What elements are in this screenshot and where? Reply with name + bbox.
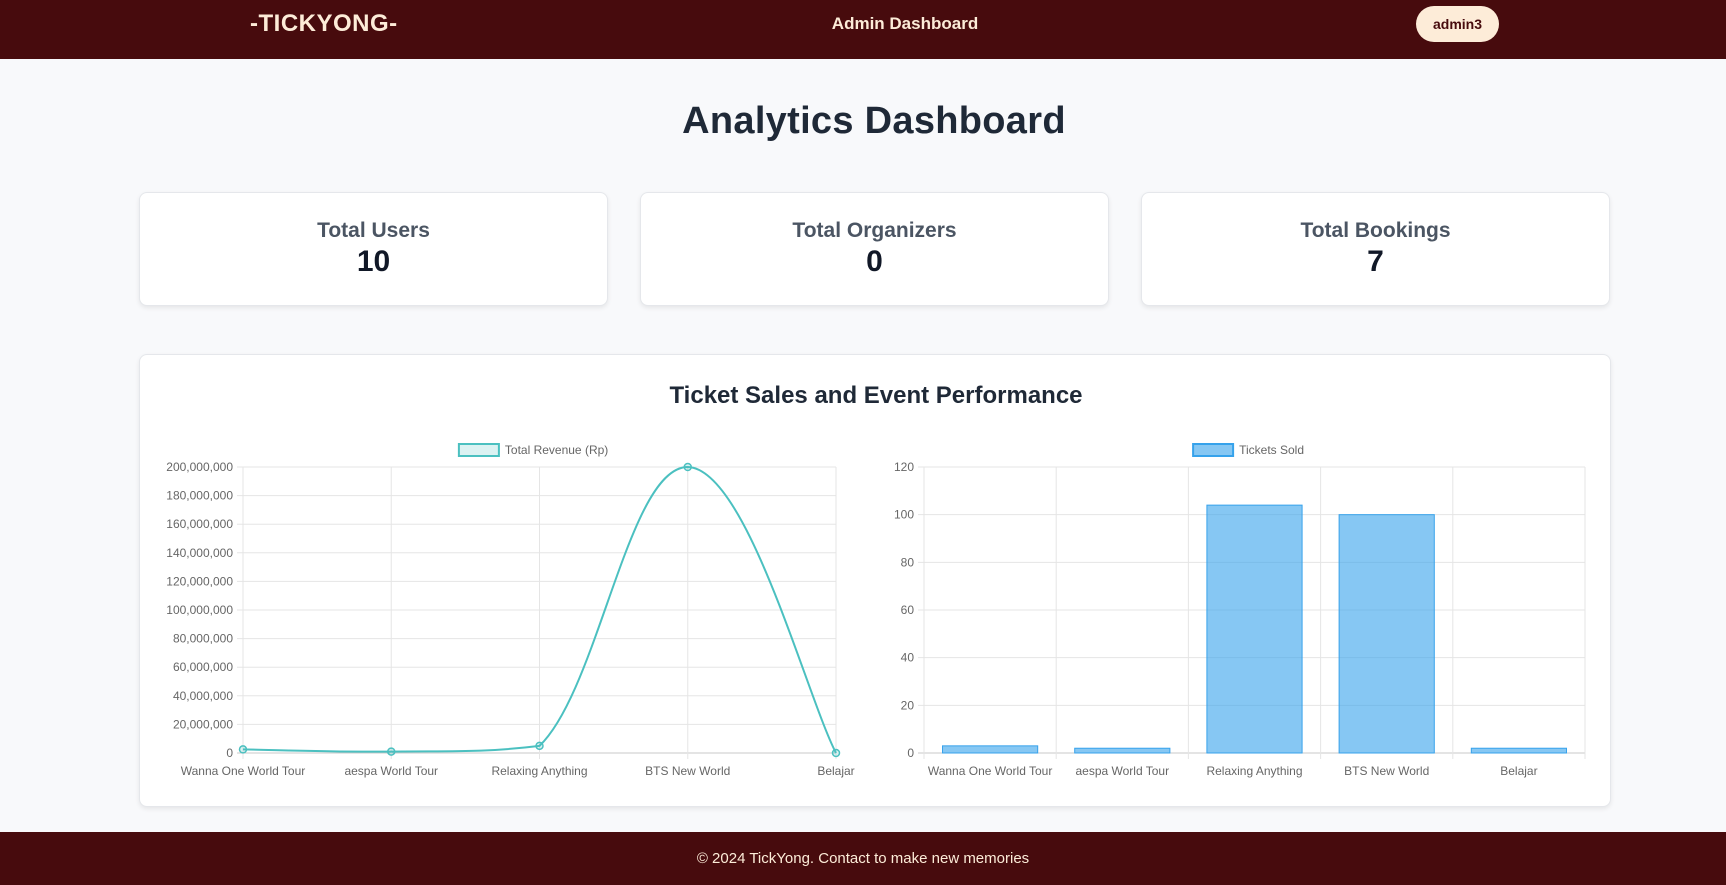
stat-label: Total Users [317,219,430,242]
stat-card-organizers: Total Organizers 0 [640,192,1109,306]
stat-label: Total Bookings [1300,219,1451,242]
performance-title: Ticket Sales and Event Performance [669,382,1083,409]
stat-label: Total Organizers [792,219,957,242]
stat-value: 10 [356,245,391,278]
stat-value: 7 [1367,245,1384,278]
top-navbar: -TICKYONG- Admin Dashboard admin3 [0,0,1726,59]
footer-text: © 2024 TickYong. Contact to make new mem… [696,850,1030,867]
stat-value: 0 [866,245,883,278]
footer: © 2024 TickYong. Contact to make new mem… [0,832,1726,885]
performance-card: Ticket Sales and Event Performance [139,354,1611,807]
user-menu-button[interactable]: admin3 [1416,6,1499,42]
page-title: Analytics Dashboard [682,100,1066,142]
stat-card-bookings: Total Bookings 7 [1141,192,1610,306]
stat-card-users: Total Users 10 [139,192,608,306]
